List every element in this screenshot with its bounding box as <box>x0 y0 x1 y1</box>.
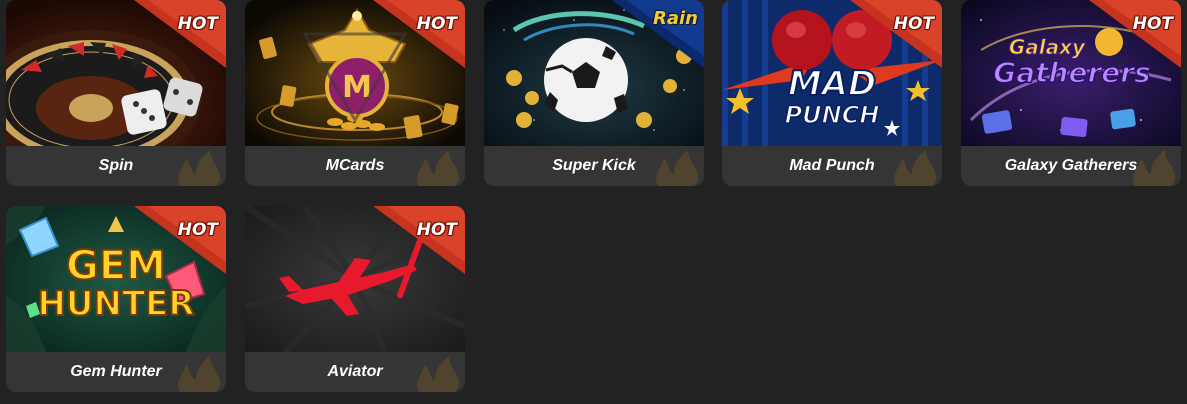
game-card-gem-hunter[interactable]: GEM HUNTER HOT Gem Hunter <box>6 206 226 392</box>
hot-badge-text: HOT <box>893 14 934 34</box>
game-title[interactable]: Spin <box>6 146 226 186</box>
hot-badge-text: HOT <box>177 14 218 34</box>
hot-ribbon <box>850 0 942 68</box>
game-title[interactable]: MCards <box>245 146 465 186</box>
hot-badge-text: HOT <box>177 220 218 240</box>
game-title[interactable]: Super Kick <box>484 146 704 186</box>
hot-ribbon <box>1089 0 1181 68</box>
hot-ribbon <box>134 206 226 274</box>
game-title[interactable]: Mad Punch <box>722 146 942 186</box>
hot-badge-text: HOT <box>416 220 457 240</box>
game-card-spin[interactable]: HOT Spin <box>6 0 226 186</box>
game-card-mcards[interactable]: M HOT MCards <box>245 0 465 186</box>
game-title[interactable]: Galaxy Gatherers <box>961 146 1181 186</box>
game-card-aviator[interactable]: HOT Aviator <box>245 206 465 392</box>
hot-ribbon <box>373 206 465 274</box>
hot-ribbon <box>373 0 465 68</box>
rain-badge-text: Rain <box>653 8 698 29</box>
game-card-super-kick[interactable]: Rain Super Kick <box>484 0 704 186</box>
hot-ribbon <box>134 0 226 68</box>
hot-badge-text: HOT <box>1132 14 1173 34</box>
hot-badge-text: HOT <box>416 14 457 34</box>
game-grid: HOT Spin M HOT MCards Rain Super Kick MA… <box>0 0 1187 404</box>
game-title[interactable]: Aviator <box>245 352 465 392</box>
game-card-galaxy-gatherers[interactable]: Galaxy Gatherers HOT Galaxy Gatherers <box>961 0 1181 186</box>
game-title[interactable]: Gem Hunter <box>6 352 226 392</box>
game-card-mad-punch[interactable]: MAD PUNCH HOT Mad Punch <box>722 0 942 186</box>
